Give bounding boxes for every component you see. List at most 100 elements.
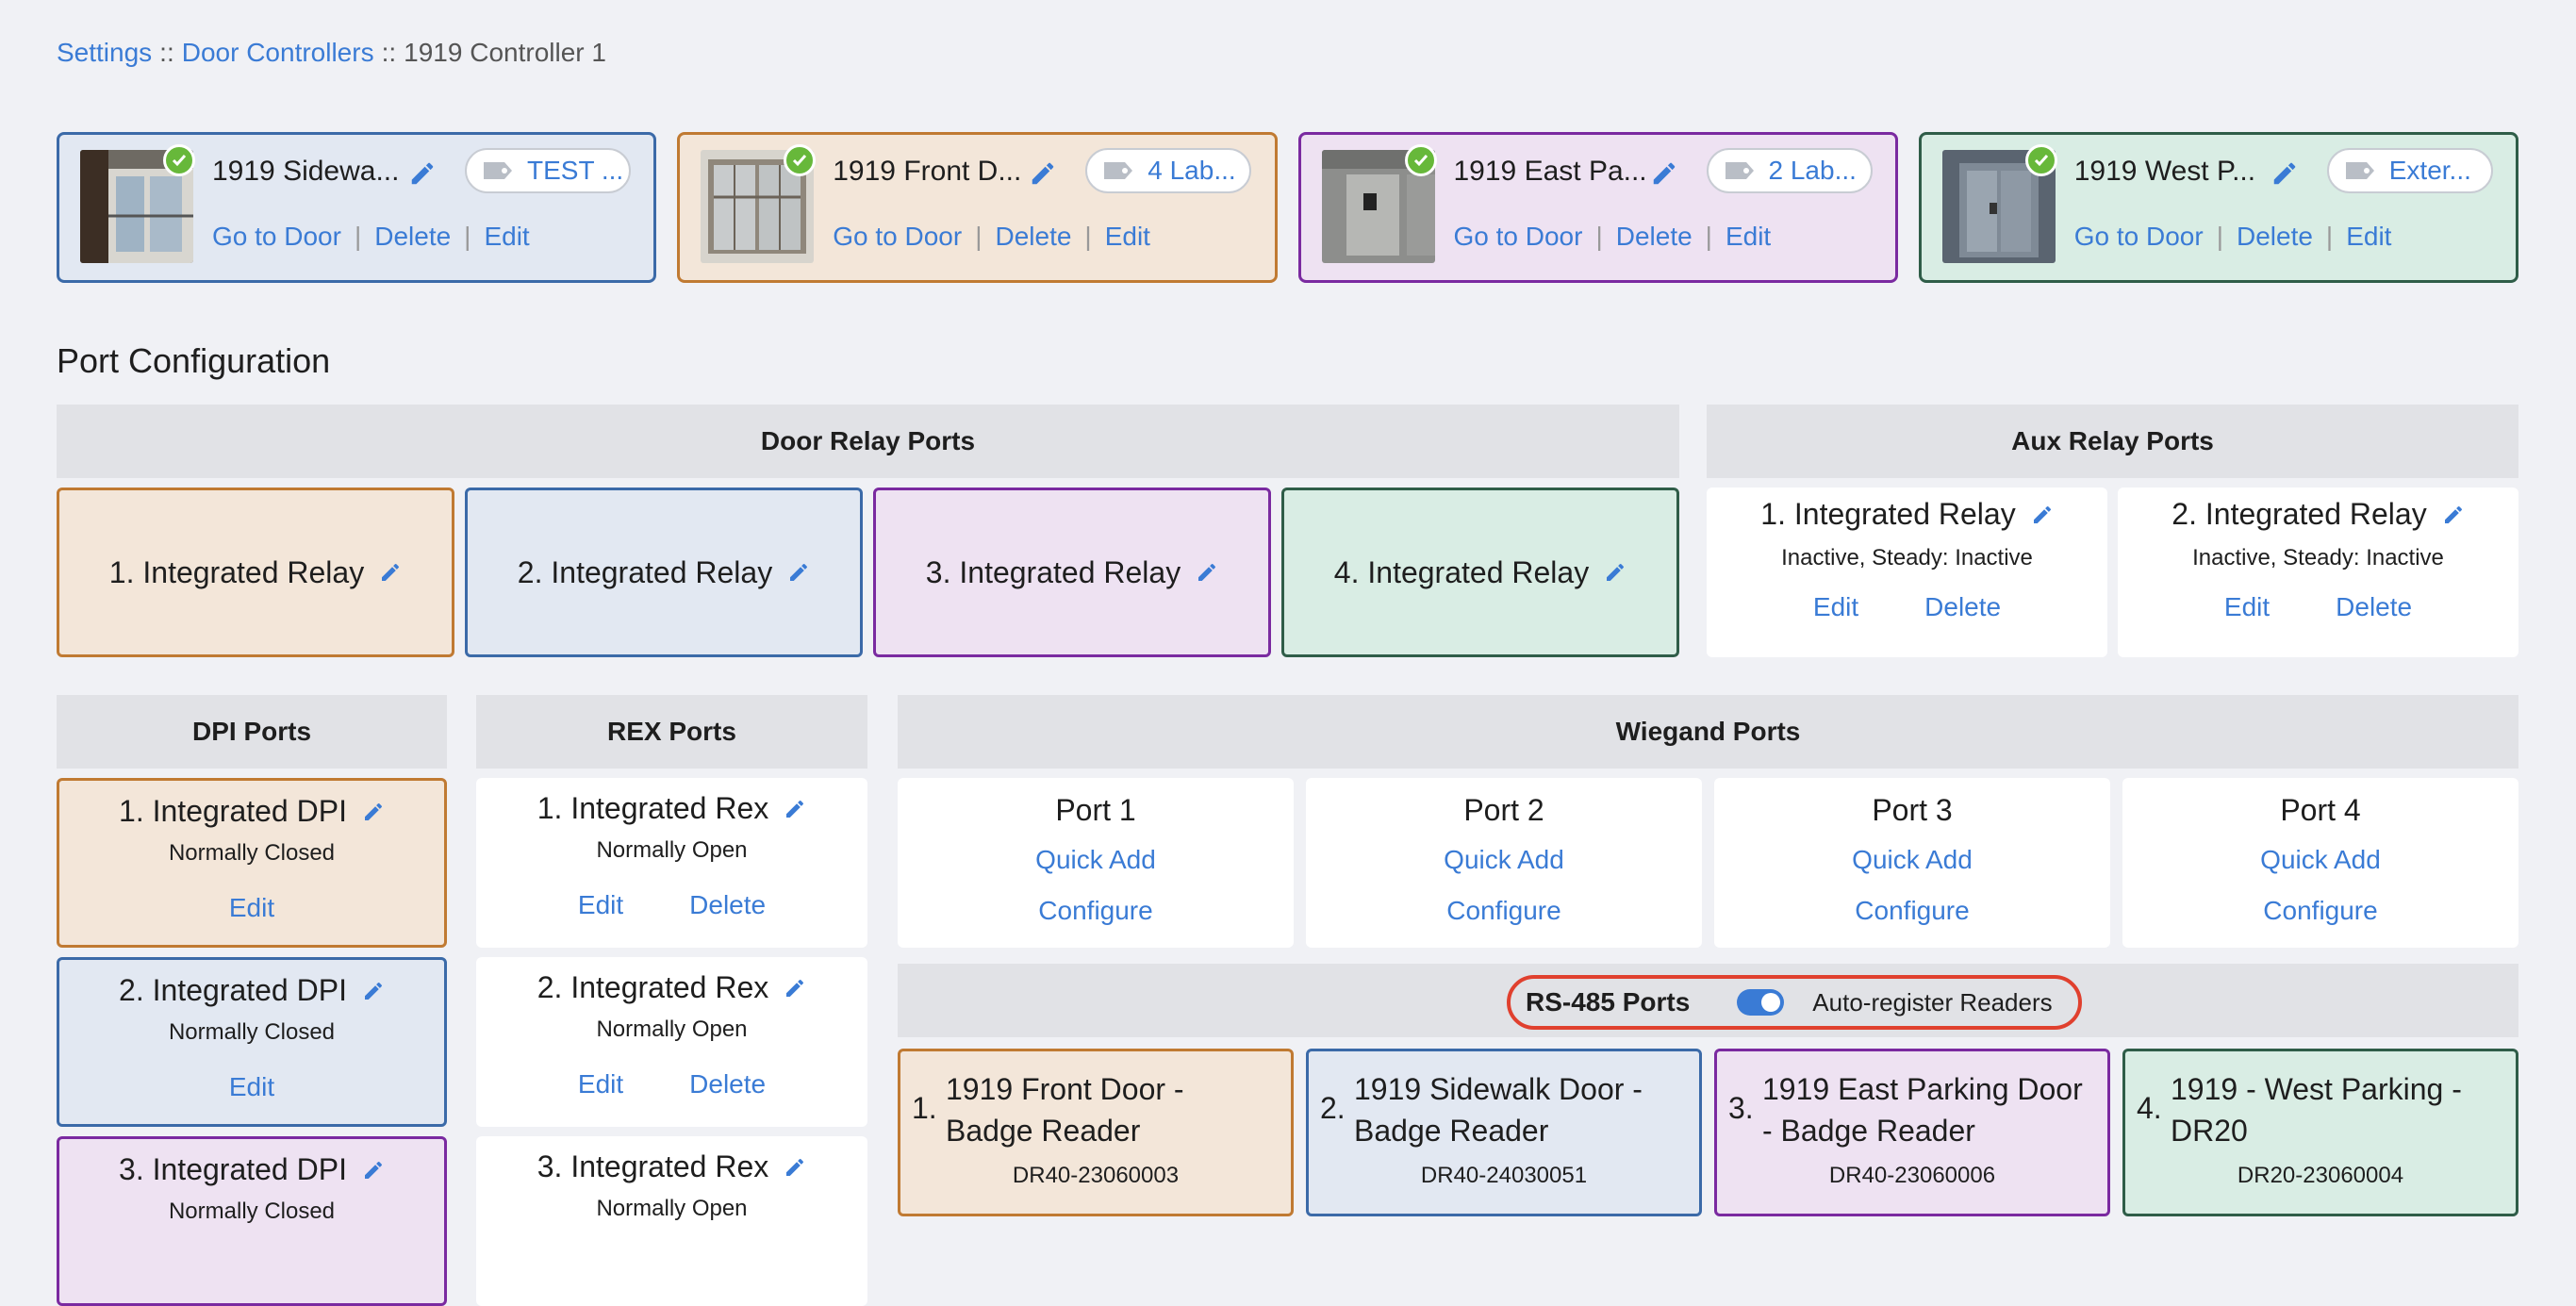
rs485-reader[interactable]: 3. 1919 East Parking Door - Badge Reader … (1714, 1049, 2110, 1216)
pencil-icon[interactable] (408, 159, 437, 188)
pencil-icon[interactable] (2031, 504, 2054, 526)
edit-link[interactable]: Edit (1813, 592, 1858, 622)
port-status: Normally Closed (168, 1199, 336, 1224)
go-to-door-link[interactable]: Go to Door (2074, 222, 2204, 252)
configure-link[interactable]: Configure (1038, 896, 1152, 925)
rs485-reader[interactable]: 2. 1919 Sidewalk Door - Badge Reader DR40… (1306, 1049, 1702, 1216)
edit-link[interactable]: Edit (1726, 222, 1771, 252)
door-relay-port[interactable]: 4. Integrated Relay (1281, 488, 1679, 657)
delete-link[interactable]: Delete (689, 1069, 766, 1099)
pencil-icon[interactable] (362, 980, 385, 1002)
reader-serial: DR40-23060003 (1012, 1163, 1180, 1188)
reader-name: 1919 - West Parking - (2171, 1072, 2462, 1106)
delete-link[interactable]: Delete (689, 890, 766, 920)
quick-add-link[interactable]: Quick Add (1444, 845, 1564, 874)
delete-link[interactable]: Delete (374, 222, 451, 252)
port-status: Normally Closed (168, 1019, 336, 1045)
pencil-icon[interactable] (1029, 159, 1057, 188)
quick-add-link[interactable]: Quick Add (1852, 845, 1973, 874)
port-label: 1. Integrated Relay (1760, 497, 2016, 531)
delete-link[interactable]: Delete (1924, 592, 2001, 622)
check-icon (1404, 144, 1437, 176)
page-title: Port Configuration (57, 341, 331, 380)
divider: | (354, 222, 362, 251)
door-card: 1919 West P... Exter... Go to Door | Del… (1918, 132, 2518, 283)
label-tag-button[interactable]: 2 Lab... (1706, 148, 1873, 193)
reader-name: 1919 Front Door - (946, 1072, 1184, 1106)
rs485-reader[interactable]: 1. 1919 Front Door - Badge Reader DR40-23… (898, 1049, 1294, 1216)
rex-port: 1. Integrated Rex Normally Open Edit Del… (476, 778, 867, 948)
door-name: 1919 Sidewa... (212, 156, 400, 187)
edit-link[interactable]: Edit (2346, 222, 2391, 252)
pencil-icon[interactable] (787, 561, 810, 584)
wiegand-port: Port 3 Quick Add Configure (1714, 778, 2110, 948)
port-label: 1. Integrated Relay (108, 554, 365, 589)
tag-label: 2 Lab... (1768, 156, 1857, 185)
port-label: 4. Integrated Relay (1333, 554, 1590, 589)
configure-link[interactable]: Configure (2263, 896, 2377, 925)
delete-link[interactable]: Delete (2336, 592, 2412, 622)
rs485-reader[interactable]: 4. 1919 - West Parking - DR20 DR20-230600… (2122, 1049, 2518, 1216)
label-tag-button[interactable]: Exter... (2326, 148, 2493, 193)
label-tag-button[interactable]: 4 Lab... (1085, 148, 1252, 193)
go-to-door-link[interactable]: Go to Door (1454, 222, 1583, 252)
delete-link[interactable]: Delete (995, 222, 1071, 252)
pencil-icon[interactable] (784, 1156, 806, 1179)
door-relay-port[interactable]: 1. Integrated Relay (57, 488, 454, 657)
auto-register-toggle[interactable] (1737, 989, 1785, 1016)
port-label: 3. Integrated DPI (119, 1152, 347, 1186)
dpi-port: 3. Integrated DPI Normally Closed (57, 1136, 447, 1306)
check-icon (784, 144, 817, 176)
delete-link[interactable]: Delete (2237, 222, 2313, 252)
rs485-controls: RS-485 Ports Auto-register Readers (1507, 975, 2082, 1030)
reader-name: Badge Reader (946, 1114, 1141, 1148)
door-name: 1919 Front D... (833, 156, 1022, 187)
pencil-icon[interactable] (362, 801, 385, 823)
pencil-icon[interactable] (379, 561, 402, 584)
label-tag-button[interactable]: TEST ... (465, 148, 631, 193)
edit-link[interactable]: Edit (2224, 592, 2270, 622)
port-label: 1. Integrated Rex (537, 791, 769, 825)
breadcrumb-door-controllers[interactable]: Door Controllers (182, 38, 374, 67)
edit-link[interactable]: Edit (578, 890, 623, 920)
pencil-icon[interactable] (362, 1159, 385, 1182)
door-name: 1919 West P... (2073, 156, 2256, 187)
tag-label: TEST ... (527, 156, 624, 185)
breadcrumb-settings[interactable]: Settings (57, 38, 152, 67)
port-label: Port 3 (1872, 793, 1953, 827)
pencil-icon[interactable] (1650, 159, 1678, 188)
configure-link[interactable]: Configure (1855, 896, 1969, 925)
edit-link[interactable]: Edit (1105, 222, 1150, 252)
reader-number: 2. (1320, 1091, 1346, 1125)
pencil-icon[interactable] (1604, 561, 1627, 584)
quick-add-link[interactable]: Quick Add (2260, 845, 2381, 874)
delete-link[interactable]: Delete (1616, 222, 1693, 252)
dpi-header: DPI Ports (57, 695, 447, 769)
reader-serial: DR40-24030051 (1420, 1163, 1588, 1188)
edit-link[interactable]: Edit (578, 1069, 623, 1099)
door-relay-port[interactable]: 3. Integrated Relay (873, 488, 1271, 657)
go-to-door-link[interactable]: Go to Door (833, 222, 962, 252)
pencil-icon[interactable] (784, 977, 806, 1000)
check-icon (163, 144, 195, 176)
wiegand-port: Port 2 Quick Add Configure (1306, 778, 1702, 948)
go-to-door-link[interactable]: Go to Door (212, 222, 341, 252)
aux-relay-port: 1. Integrated Relay Inactive, Steady: In… (1707, 488, 2107, 657)
edit-link[interactable]: Edit (229, 1072, 274, 1102)
divider: | (464, 222, 471, 251)
configure-link[interactable]: Configure (1446, 896, 1560, 925)
tag-icon (484, 162, 512, 179)
divider: | (2325, 222, 2334, 251)
pencil-icon[interactable] (2442, 504, 2465, 526)
pencil-icon[interactable] (1196, 561, 1218, 584)
edit-link[interactable]: Edit (229, 893, 274, 923)
door-card: 1919 East Pa... 2 Lab... Go to Door | De… (1297, 132, 1898, 283)
pencil-icon[interactable] (2271, 159, 2299, 188)
door-relay-port[interactable]: 2. Integrated Relay (465, 488, 863, 657)
pencil-icon[interactable] (784, 798, 806, 820)
aux-relay-header: Aux Relay Ports (1707, 405, 2518, 478)
port-status: Inactive, Steady: Inactive (1781, 545, 2033, 570)
divider: | (1595, 222, 1603, 251)
quick-add-link[interactable]: Quick Add (1035, 845, 1156, 874)
edit-link[interactable]: Edit (484, 222, 529, 252)
